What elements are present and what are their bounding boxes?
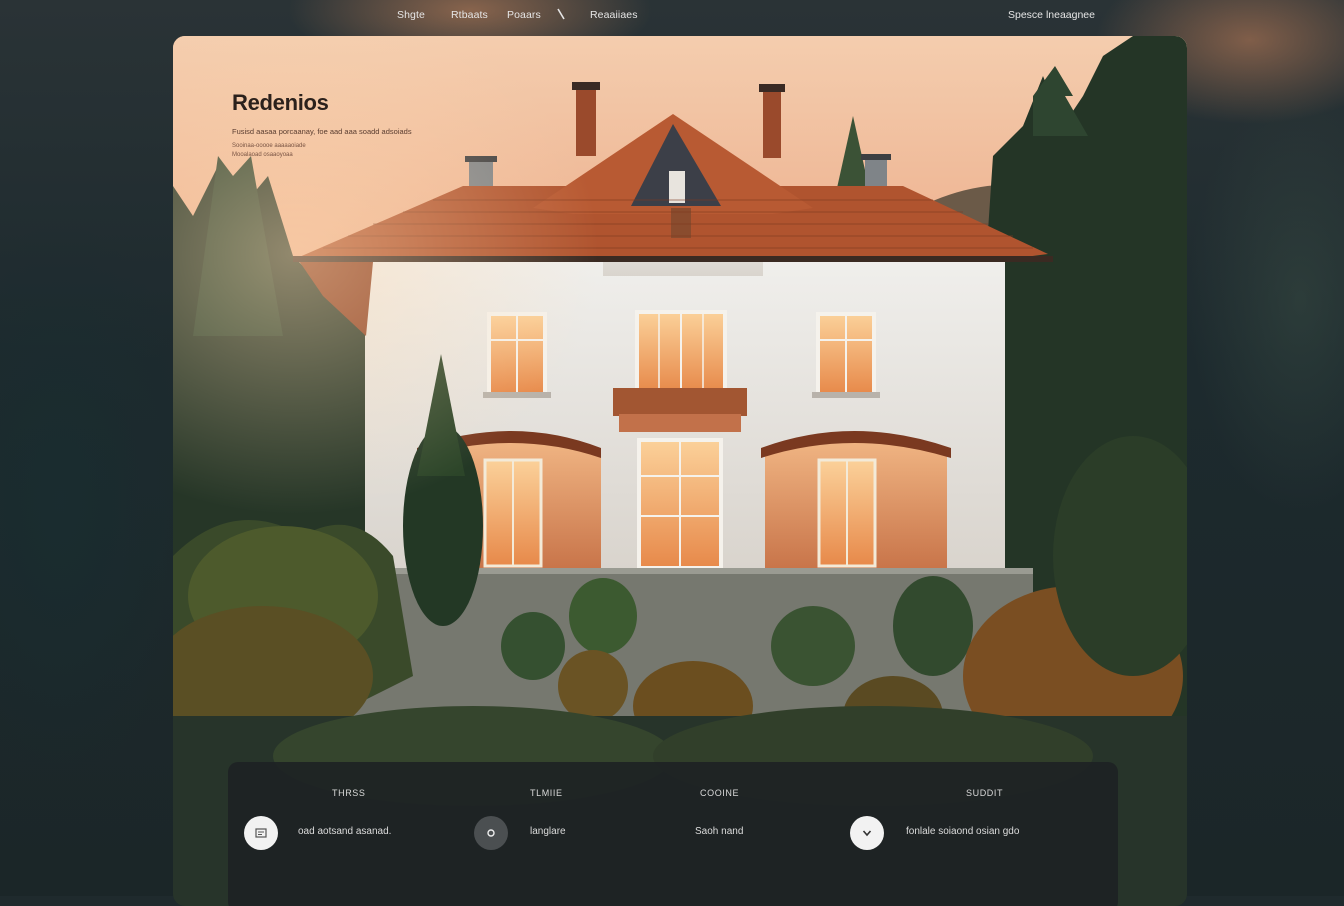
nav-right-link[interactable]: Spesce lneaagnee: [1008, 9, 1095, 21]
chevron-down-icon[interactable]: [850, 816, 884, 850]
feature-2-text: langlare: [530, 826, 566, 837]
feature-2-heading: TLMIIE: [530, 788, 563, 798]
feature-4-text: fonlale soiaond osian gdo: [906, 826, 1020, 837]
nav-link-1[interactable]: Shgte: [397, 9, 425, 21]
hero-sub-line-1: Sooinaa-ooooe aaaaaoiade: [232, 143, 306, 149]
hero-sub-line-2: Mooalaoad osaaoyoaa: [232, 152, 293, 158]
nav-link-3[interactable]: Poaars: [507, 9, 541, 21]
feature-3-heading: COOINE: [700, 788, 740, 798]
hero-title: Redenios: [232, 90, 329, 115]
nav-link-highlight[interactable]: Reaaiiaes: [590, 9, 638, 21]
nav-link-2[interactable]: Rtbaats: [451, 9, 488, 21]
feature-1: THRSS oad aotsand asanad.: [228, 762, 458, 906]
feature-1-text: oad aotsand asanad.: [298, 826, 392, 837]
top-navigation: Shgte Rtbaats Poaars Reaaiiaes Spesce ln…: [0, 0, 1344, 32]
feature-3: COOINE Saoh nand: [658, 762, 848, 906]
document-icon[interactable]: [244, 816, 278, 850]
features-panel: THRSS oad aotsand asanad. TLMIIE langlar…: [228, 762, 1118, 906]
feature-4-heading: SUDDIT: [966, 788, 1004, 798]
feature-1-heading: THRSS: [332, 788, 366, 798]
circle-dot-icon[interactable]: [474, 816, 508, 850]
hero-description: Fusisd aasaa porcaanay, foe aad aaa soad…: [232, 127, 412, 136]
feature-3-text: Saoh nand: [695, 826, 744, 837]
hero-card: Redenios Fusisd aasaa porcaanay, foe aad…: [173, 36, 1187, 906]
feature-2: TLMIIE langlare: [458, 762, 658, 906]
feature-4: SUDDIT fonlale soiaond osian gdo: [848, 762, 1118, 906]
slash-icon: [557, 8, 565, 20]
hero-text-block: Redenios Fusisd aasaa porcaanay, foe aad…: [232, 90, 442, 160]
